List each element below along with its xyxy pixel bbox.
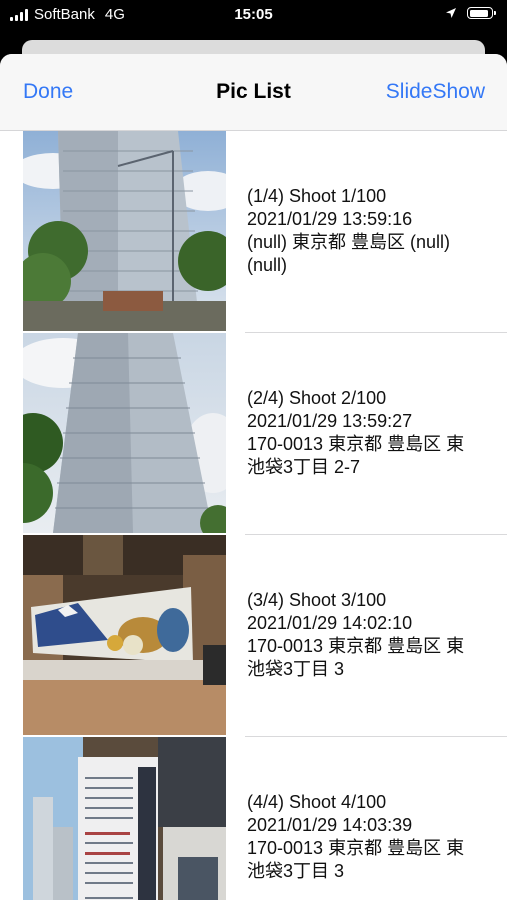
status-bar: SoftBank 4G 15:05 — [0, 0, 507, 32]
photo-thumbnail — [23, 333, 226, 533]
item-title: (3/4) Shoot 3/100 — [247, 590, 387, 610]
item-address-2: 池袋3丁目 2-7 — [247, 457, 361, 477]
item-title: (4/4) Shoot 4/100 — [247, 792, 387, 812]
photo-thumbnail — [23, 535, 226, 735]
item-address-2: 池袋3丁目 3 — [247, 861, 345, 881]
clock: 15:05 — [234, 6, 273, 23]
photo-thumbnail — [23, 131, 226, 331]
list-item[interactable]: (2/4) Shoot 2/100 2021/01/29 13:59:27 17… — [0, 333, 507, 535]
item-details: (2/4) Shoot 2/100 2021/01/29 13:59:27 17… — [247, 333, 497, 533]
item-details: (1/4) Shoot 1/100 2021/01/29 13:59:16 (n… — [247, 131, 497, 331]
item-address: 170-0013 東京都 豊島区 東 — [247, 434, 465, 454]
item-address-2: (null) — [247, 255, 288, 275]
item-address: 170-0013 東京都 豊島区 東 — [247, 636, 465, 656]
item-details: (4/4) Shoot 4/100 2021/01/29 14:03:39 17… — [247, 737, 497, 900]
photo-thumbnail — [23, 737, 226, 900]
slideshow-button[interactable]: SlideShow — [386, 80, 485, 104]
pic-list-sheet: Done Pic List SlideShow (1/4) Shoot 1/10… — [0, 54, 507, 900]
item-datetime: 2021/01/29 13:59:16 — [247, 209, 413, 229]
status-right — [445, 7, 496, 19]
photo-list: (1/4) Shoot 1/100 2021/01/29 13:59:16 (n… — [0, 131, 507, 900]
list-item[interactable]: (4/4) Shoot 4/100 2021/01/29 14:03:39 17… — [0, 737, 507, 900]
list-item[interactable]: (1/4) Shoot 1/100 2021/01/29 13:59:16 (n… — [0, 131, 507, 333]
location-arrow-icon — [446, 8, 456, 18]
navigation-bar: Done Pic List SlideShow — [0, 54, 507, 131]
item-datetime: 2021/01/29 13:59:27 — [247, 411, 413, 431]
item-datetime: 2021/01/29 14:03:39 — [247, 815, 413, 835]
list-item[interactable]: (3/4) Shoot 3/100 2021/01/29 14:02:10 17… — [0, 535, 507, 737]
item-title: (1/4) Shoot 1/100 — [247, 186, 387, 206]
battery-icon — [467, 7, 496, 19]
item-details: (3/4) Shoot 3/100 2021/01/29 14:02:10 17… — [247, 535, 497, 735]
item-address: (null) 東京都 豊島区 (null) — [247, 232, 451, 252]
item-address: 170-0013 東京都 豊島区 東 — [247, 838, 465, 858]
item-address-2: 池袋3丁目 3 — [247, 659, 345, 679]
item-title: (2/4) Shoot 2/100 — [247, 388, 387, 408]
item-datetime: 2021/01/29 14:02:10 — [247, 613, 413, 633]
